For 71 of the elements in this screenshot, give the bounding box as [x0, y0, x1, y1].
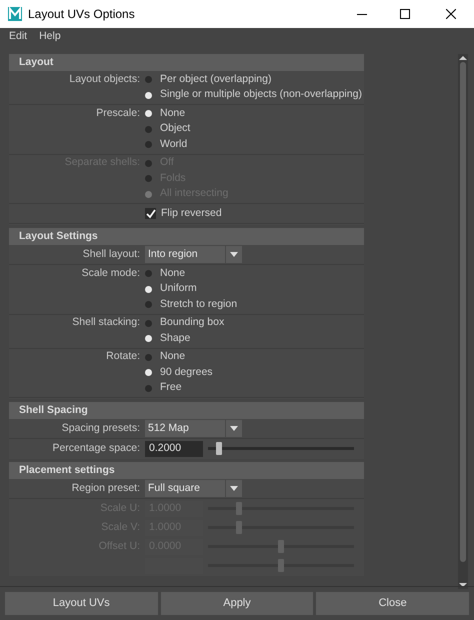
menu-item[interactable]: Help [39, 29, 61, 45]
radio-label: None [160, 266, 186, 281]
radio-label: Per object (overlapping) [160, 72, 272, 87]
checkbox-label: Flip reversed [161, 206, 222, 221]
field-label: Spacing presets: [62, 420, 140, 436]
field-label: Shell layout: [82, 246, 140, 262]
radio-option[interactable]: Shape [145, 330, 190, 347]
radio-option[interactable]: Object [145, 121, 190, 138]
scroll-down-icon[interactable] [459, 581, 467, 589]
radio-option[interactable]: Free [145, 380, 182, 396]
field-label: Scale mode: [82, 266, 140, 281]
radio-option[interactable]: World [145, 136, 188, 153]
radio-option[interactable]: Stretch to region [145, 296, 238, 313]
section-header[interactable]: Layout [9, 54, 364, 71]
radio-button[interactable] [145, 76, 152, 84]
radio-button[interactable] [145, 301, 152, 308]
scrollbar[interactable] [458, 54, 468, 589]
dialog-button[interactable]: Close [316, 592, 470, 615]
radio-button[interactable] [145, 126, 152, 133]
radio-label: Free [160, 380, 182, 396]
radio-button[interactable] [145, 270, 152, 278]
radio-button[interactable] [145, 92, 152, 99]
field-label: Prescale: [96, 106, 140, 121]
field-label: Layout objects: [69, 72, 140, 87]
window-title: Layout UVs Options [28, 6, 135, 23]
field-label: Region preset: [72, 480, 140, 496]
radio-label: None [160, 349, 186, 364]
radio-option[interactable]: None [145, 266, 186, 282]
field-label: Percentage space: [52, 440, 140, 456]
radio-option[interactable]: 90 degrees [145, 364, 213, 381]
radio-button[interactable] [145, 320, 152, 327]
radio-label: Bounding box [160, 315, 224, 330]
radio-button[interactable] [145, 335, 152, 342]
radio-button[interactable] [145, 354, 152, 361]
section-header[interactable]: Shell Spacing [9, 402, 364, 419]
slider-track[interactable] [208, 442, 354, 455]
radio-button[interactable] [145, 286, 152, 293]
radio-label: Uniform [160, 281, 197, 296]
dialog-button[interactable]: Layout UVs [5, 592, 158, 615]
radio-label: World [160, 136, 188, 152]
field-label: Shell stacking: [72, 315, 140, 330]
scroll-up-icon[interactable] [459, 54, 467, 62]
section-header[interactable]: Layout Settings [9, 228, 364, 245]
dialog-button[interactable]: Apply [160, 592, 314, 615]
field-label: Rotate: [106, 349, 140, 364]
checkbox[interactable] [145, 208, 156, 219]
radio-label: Shape [160, 330, 190, 346]
radio-button[interactable] [145, 369, 152, 376]
radio-option[interactable]: Uniform [145, 281, 197, 298]
caret-icon [230, 486, 238, 491]
slider-thumb[interactable] [216, 442, 222, 455]
caret-icon [230, 426, 238, 431]
checkmark-icon [146, 208, 156, 218]
radio-button[interactable] [145, 141, 152, 148]
caret-icon [230, 252, 238, 257]
maximize-icon [400, 9, 410, 19]
radio-button[interactable] [145, 384, 152, 392]
radio-option[interactable]: None [145, 349, 186, 366]
app-logo-icon [8, 7, 22, 21]
radio-label: 90 degrees [160, 364, 213, 380]
menu-item[interactable]: Edit [9, 29, 28, 45]
radio-label: Object [160, 121, 190, 136]
radio-label: Stretch to region [160, 296, 238, 312]
close-icon [446, 9, 456, 19]
radio-option[interactable]: Bounding box [145, 315, 224, 332]
radio-button[interactable] [145, 110, 152, 118]
radio-option[interactable]: None [145, 106, 186, 122]
radio-label: None [160, 106, 186, 121]
radio-option[interactable]: Per object (overlapping) [145, 72, 272, 88]
number-field[interactable]: 0.2000 [145, 440, 203, 456]
section-header[interactable]: Placement settings [9, 462, 364, 479]
